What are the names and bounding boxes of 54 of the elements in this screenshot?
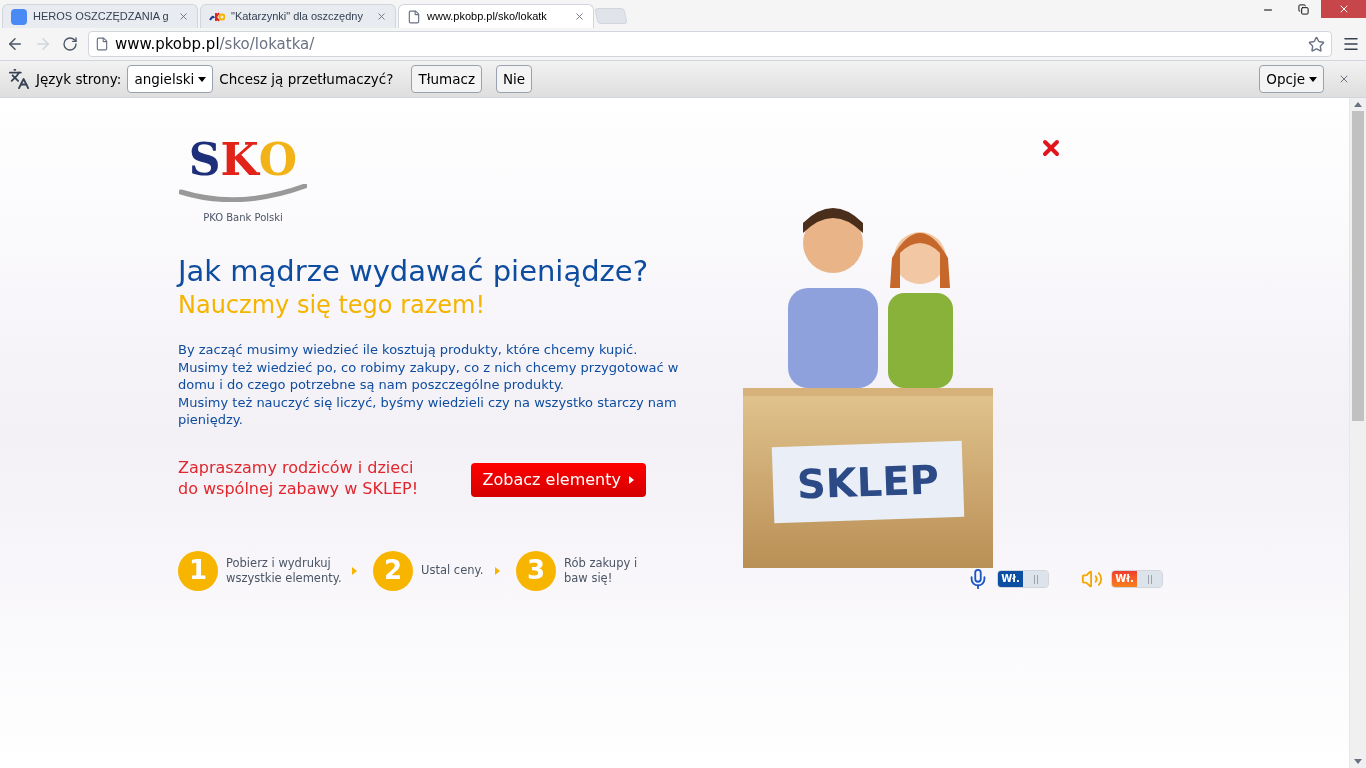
back-icon[interactable] xyxy=(6,35,24,53)
see-elements-button[interactable]: Zobacz elementy xyxy=(470,462,646,497)
language-dropdown[interactable]: angielski xyxy=(127,65,214,93)
sko-logo: SKO PKO Bank Polski xyxy=(178,136,308,225)
browser-tab[interactable]: "Katarzynki" dla oszczędny xyxy=(200,4,396,28)
close-tab-icon[interactable] xyxy=(178,11,189,22)
tab-title: www.pkobp.pl/sko/lokatk xyxy=(427,9,548,25)
bookmark-star-icon[interactable] xyxy=(1308,35,1325,53)
tab-title: "Katarzynki" dla oszczędny xyxy=(231,9,364,25)
intro-paragraph: Musimy też nauczyć się liczyć, byśmy wiedzieli czy na wszystko starczy nam pieniędzy. xyxy=(178,393,678,429)
options-dropdown[interactable]: Opcje xyxy=(1259,65,1324,93)
menu-icon[interactable] xyxy=(1342,35,1360,53)
step-number: 3 xyxy=(516,550,556,591)
step-text: Ustal ceny. xyxy=(421,563,485,578)
page-subtitle: Nauczmy się tego razem! xyxy=(178,290,487,321)
step-arrow-icon xyxy=(495,566,500,575)
step-arrow-icon xyxy=(352,566,357,575)
intro-paragraph: By zacząć musimy wiedzieć ile kosztują produkty, które chcemy kupić. xyxy=(178,341,639,359)
page-tab-icon xyxy=(407,9,421,24)
close-tab-icon[interactable] xyxy=(376,11,387,22)
grip-icon xyxy=(1147,574,1152,584)
reload-icon[interactable] xyxy=(62,36,78,52)
address-bar[interactable]: www.pkobp.pl/sko/lokatka/ xyxy=(88,31,1332,57)
translate-question: Chcesz ją przetłumaczyć? xyxy=(219,69,394,89)
shop-sign: SKLEP xyxy=(771,440,965,524)
close-bar-icon[interactable] xyxy=(1338,73,1350,85)
toggle-switch[interactable]: Wł. xyxy=(997,570,1049,588)
intro-paragraph: Musimy też wiedzieć po, co robimy zakupy, co z nich chcemy przygotować w domu i do czego potrzebne są nam poszczególne produkty. xyxy=(178,358,680,394)
tab-title: HEROS OSZCZĘDZANIA g xyxy=(33,9,170,25)
restore-icon[interactable] xyxy=(1298,4,1309,15)
close-tab-icon[interactable] xyxy=(574,11,585,22)
invite-text: Zapraszamy rodziców i dzieci do wspólnej zabawy w SKLEP! xyxy=(178,456,420,499)
play-arrow-icon xyxy=(629,475,634,484)
scroll-down-icon xyxy=(1354,759,1362,764)
page-title: Jak mądrze wydawać pieniądze? xyxy=(178,253,650,289)
browser-tab[interactable]: www.pkobp.pl/sko/lokatk xyxy=(398,4,594,28)
url-text: www.pkobp.pl/sko/lokatka/ xyxy=(115,33,315,55)
grip-icon xyxy=(1033,574,1038,584)
browser-tab[interactable]: HEROS OSZCZĘDZANIA g xyxy=(2,4,198,28)
caret-icon xyxy=(198,76,207,82)
scroll-up-icon xyxy=(1354,102,1362,107)
page-icon xyxy=(95,37,109,51)
google-tab-icon xyxy=(11,8,27,25)
translate-icon xyxy=(8,68,30,90)
language-label: Język strony: xyxy=(36,69,122,89)
translate-bar-button[interactable]: Nie xyxy=(496,65,533,93)
translate-bar-button[interactable]: Tłumacz xyxy=(411,65,482,93)
sko-tab-icon xyxy=(209,10,225,23)
speaker-icon xyxy=(1081,568,1103,590)
step-text: Pobierz i wydrukuj wszystkie elementy. xyxy=(226,555,343,586)
step-text: Rób zakupy i baw się! xyxy=(564,555,639,586)
caret-icon xyxy=(1309,76,1317,82)
step-number: 1 xyxy=(178,550,218,591)
step-number: 2 xyxy=(373,550,413,591)
